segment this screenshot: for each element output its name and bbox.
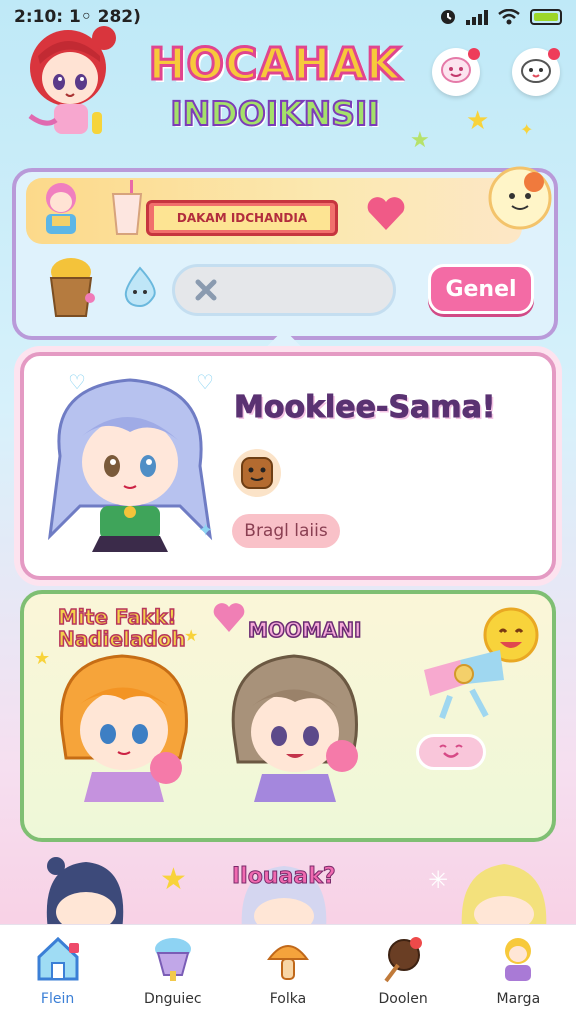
snowflake-icon: ✳: [428, 866, 449, 894]
search-input[interactable]: [172, 264, 396, 316]
heart-icon: [367, 197, 405, 230]
go-button[interactable]: Genel: [428, 264, 534, 314]
chibi-icon: [505, 938, 532, 981]
profile-name: Mooklee-Sama!: [234, 390, 496, 426]
water-drop-mascot-icon: [124, 266, 156, 308]
shaved-ice-icon: [154, 938, 191, 981]
app-title: HOCAHAK: [147, 38, 402, 91]
heart-icon: [213, 603, 245, 632]
flower-mascot-icon: [488, 166, 552, 230]
notification-dot: [468, 48, 480, 60]
messages-button[interactable]: [512, 48, 560, 96]
tab-marga[interactable]: Marga: [468, 935, 568, 1007]
next-row: ★ ✳: [0, 850, 576, 930]
star-icon: ★: [34, 648, 51, 669]
star-icon: ★: [184, 626, 199, 645]
tab-folka-label: Folka: [269, 991, 307, 1007]
clear-x-icon[interactable]: [193, 277, 219, 303]
mushroom-icon: [266, 945, 309, 980]
bear-badge-icon: [233, 449, 281, 497]
featured-left-label-line1: Mite Fakk!: [57, 605, 177, 629]
star-icon: ★: [160, 862, 187, 897]
chibi-orange-hair: [60, 654, 188, 802]
ribbon-charm-icon: [424, 650, 504, 720]
smile-face-icon: [439, 744, 463, 758]
wifi-icon: [498, 9, 520, 25]
heart-outline-icon: ♡: [68, 370, 86, 394]
chibi-avatar-blue-hair: [47, 378, 213, 552]
tab-folka[interactable]: Folka: [238, 935, 338, 1007]
alarm-icon: [441, 10, 455, 24]
profile-tag-button[interactable]: Bragl laiis: [232, 514, 340, 548]
signal-icon: [466, 9, 488, 25]
promo-banner[interactable]: DAKAM IDCHANDIA: [146, 200, 338, 236]
tab-marga-label: Marga: [496, 991, 541, 1007]
title-block: HOCAHAK INDOIKNSII: [130, 38, 420, 136]
star-icon: ✦: [520, 120, 534, 139]
ice-cream-cup-icon: [49, 258, 95, 317]
reaction-button[interactable]: [416, 734, 486, 770]
tab-dnguiec[interactable]: Dnguiec: [123, 935, 223, 1007]
chibi-blonde-hair: [461, 864, 547, 930]
bottom-tab-bar: Flein Dnguiec Folka Doolen Marga: [0, 924, 576, 1024]
tab-home-label: Flein: [40, 991, 75, 1007]
notification-dot: [548, 48, 560, 60]
heart-outline-icon: ♡: [196, 370, 214, 394]
star-icon: ★: [410, 128, 430, 153]
status-icons: [440, 9, 562, 25]
tab-doolen-label: Doolen: [378, 991, 428, 1007]
ghost-bubble-icon: [521, 59, 551, 83]
chat-bubble-button[interactable]: [432, 48, 480, 96]
sparkle-icon: ✦: [198, 520, 214, 541]
chibi-navy-hair: [46, 857, 124, 930]
tab-home[interactable]: Flein: [8, 935, 108, 1007]
milkshake-icon: [111, 180, 143, 235]
next-row-label: Ilouaak?: [232, 864, 337, 890]
smiley-bubble-icon: [441, 57, 471, 83]
app-subtitle: INDOIKNSII: [169, 93, 380, 134]
chibi-reader-icon: [46, 183, 76, 234]
star-icon: ★: [466, 106, 490, 136]
home-icon: [37, 936, 79, 981]
battery-icon: [530, 9, 562, 25]
mascot-chibi-icon: [28, 26, 116, 134]
tab-dnguiec-label: Dnguiec: [143, 991, 202, 1007]
takoyaki-icon: [384, 937, 423, 983]
chibi-brown-hair: [231, 654, 358, 802]
tab-doolen[interactable]: Doolen: [353, 935, 453, 1007]
promo-banner-text: DAKAM IDCHANDIA: [154, 206, 330, 230]
